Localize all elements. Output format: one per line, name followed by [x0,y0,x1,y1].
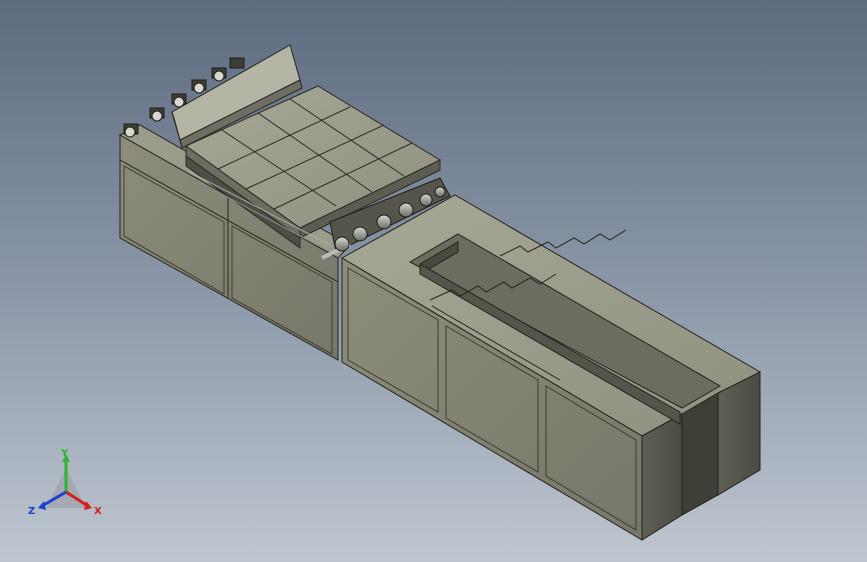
coordinate-triad: Y X Z [28,448,102,517]
x-axis-label: X [94,506,102,517]
z-axis-label: Z [28,506,35,517]
cad-model[interactable] [0,0,867,562]
y-axis-label: Y [60,448,69,459]
trough-tank [340,194,762,541]
graphics-viewport[interactable]: Y X Z [0,0,867,562]
